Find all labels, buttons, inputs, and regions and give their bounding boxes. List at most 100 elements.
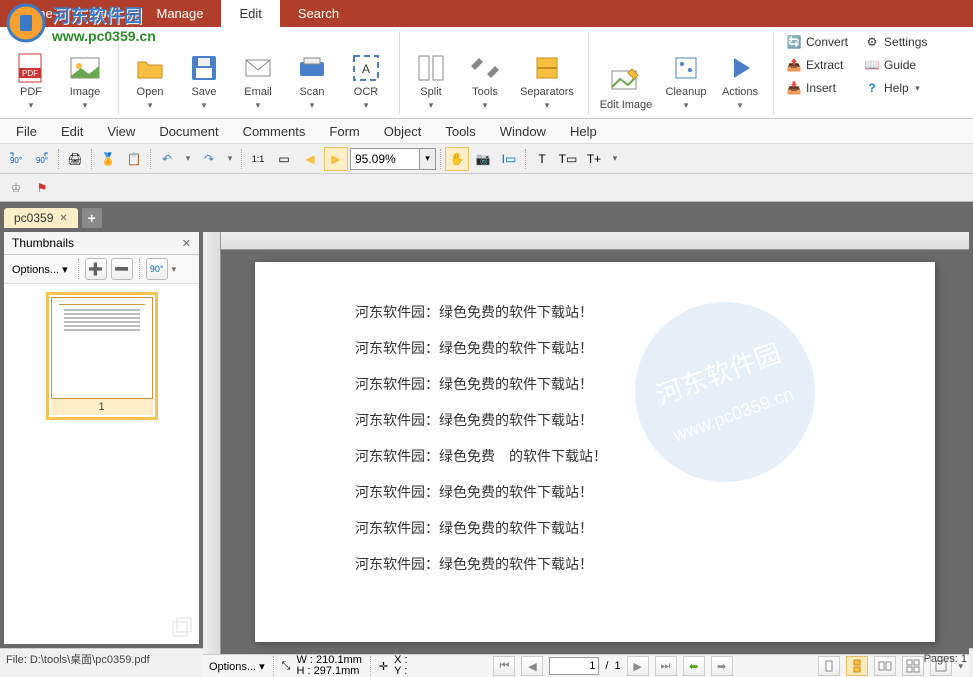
text-tool-icon: T xyxy=(538,152,545,166)
menu-comments[interactable]: Comments xyxy=(233,121,316,142)
tab-inbox[interactable]: Inbox xyxy=(71,0,139,27)
tab-home[interactable]: Home xyxy=(0,0,71,27)
caret-icon: ▾ xyxy=(256,100,261,111)
document-bottom-toolbar: Options... ▾ ⤡ W : 210.1mm H : 297.1mm ✛… xyxy=(203,654,969,677)
thumbnails-options-dropdown[interactable]: Options... ▾ xyxy=(8,261,72,278)
redo-button[interactable]: ↷ xyxy=(197,147,221,171)
hand-tool-button[interactable]: ✋ xyxy=(445,147,469,171)
copy-button[interactable]: 📋 xyxy=(122,147,146,171)
hand-icon: ✋ xyxy=(450,152,465,166)
legacy-toolbar-2: ♔ ⚑ xyxy=(0,174,973,202)
fit-actual-button[interactable]: 1:1 xyxy=(246,147,270,171)
menu-window[interactable]: Window xyxy=(490,121,556,142)
menu-form[interactable]: Form xyxy=(319,121,369,142)
ribbon-save-button[interactable]: Save ▾ xyxy=(179,31,229,115)
last-page-button[interactable]: ⏭ xyxy=(655,656,677,676)
certificate-button[interactable]: 🏅 xyxy=(96,147,120,171)
crown-tool-button[interactable]: ♔ xyxy=(4,176,28,200)
ribbon-scan-button[interactable]: Scan ▾ xyxy=(287,31,337,115)
document-tab[interactable]: pc0359 ✕ xyxy=(4,208,78,228)
extract-icon: 📤 xyxy=(786,57,802,73)
text-select-button[interactable]: I▭ xyxy=(497,147,521,171)
tab-edit[interactable]: Edit xyxy=(221,0,279,27)
page-total: 1 xyxy=(614,660,620,672)
menu-edit[interactable]: Edit xyxy=(51,121,93,142)
menu-file[interactable]: File xyxy=(6,121,47,142)
tab-search[interactable]: Search xyxy=(280,0,357,27)
ribbon-guide-button[interactable]: 📖Guide xyxy=(858,54,933,76)
tab-manage[interactable]: Manage xyxy=(139,0,222,27)
rotate-icon: 90° xyxy=(150,264,164,274)
zoom-input[interactable] xyxy=(350,148,420,170)
zoom-dropdown[interactable]: ▾ xyxy=(420,148,436,170)
menu-tools[interactable]: Tools xyxy=(435,121,485,142)
snapshot-button[interactable]: 📷 xyxy=(471,147,495,171)
ribbon-ocr-button[interactable]: A OCR ▾ xyxy=(341,31,391,115)
zoom-in-thumb-button[interactable]: ➕ xyxy=(85,258,107,280)
flag-tool-button[interactable]: ⚑ xyxy=(30,176,54,200)
text-box-button[interactable]: T▭ xyxy=(556,147,580,171)
ribbon-extract-button[interactable]: 📤Extract xyxy=(780,54,854,76)
page-number-input[interactable] xyxy=(549,657,599,675)
rotate-thumb-button[interactable]: 90° xyxy=(146,258,168,280)
undo-button[interactable]: ↶ xyxy=(155,147,179,171)
ribbon-help-button[interactable]: ?Help ▾ xyxy=(858,77,933,99)
next-page-tb-button[interactable]: ▶ xyxy=(324,147,348,171)
rotate-cw-button[interactable]: 90° xyxy=(4,147,28,171)
ribbon-pdf-button[interactable]: PDF PDF ▾ xyxy=(6,31,56,115)
rotate-ccw-button[interactable]: 90° xyxy=(30,147,54,171)
document-canvas[interactable]: 河东软件园www.pc0359.cn 河东软件园：绿色免费的软件下载站！河东软件… xyxy=(221,250,969,654)
thumbnail-item[interactable]: 1 xyxy=(46,292,158,420)
text-tool-button[interactable]: T xyxy=(530,147,554,171)
single-page-view-button[interactable] xyxy=(818,656,840,676)
save-icon xyxy=(188,52,220,84)
ribbon-separators-button[interactable]: Separators ▾ xyxy=(514,31,580,115)
ribbon-image-button[interactable]: Image ▾ xyxy=(60,31,110,115)
print-button[interactable]: 🖨 xyxy=(63,147,87,171)
top-tabs: Home Inbox Manage Edit Search xyxy=(0,0,973,27)
certificate-icon: 🏅 xyxy=(101,152,116,166)
fit-page-button[interactable]: ▭ xyxy=(272,147,296,171)
ribbon-actions-button[interactable]: Actions ▾ xyxy=(715,31,765,115)
next-page-button[interactable]: ▶ xyxy=(627,656,649,676)
prev-page-button[interactable]: ◀ xyxy=(521,656,543,676)
ribbon-edit-image-button[interactable]: Edit Image xyxy=(595,31,657,115)
add-text-dropdown[interactable]: ▾ xyxy=(608,147,622,171)
ribbon-cleanup-button[interactable]: Cleanup ▾ xyxy=(661,31,711,115)
thumbnails-close-button[interactable]: ✕ xyxy=(182,237,191,250)
menu-view[interactable]: View xyxy=(97,121,145,142)
position-icon: ✛ xyxy=(379,660,388,673)
close-tab-button[interactable]: ✕ xyxy=(59,213,67,224)
ribbon-split-button[interactable]: Split ▾ xyxy=(406,31,456,115)
prev-page-tb-button[interactable]: ◀ xyxy=(298,147,322,171)
redo-dropdown[interactable]: ▾ xyxy=(223,147,237,171)
grid-view-button[interactable] xyxy=(902,656,924,676)
rotate-thumb-dropdown[interactable]: ▾ xyxy=(172,264,177,275)
document-text-line: 河东软件园：绿色免费的软件下载站！ xyxy=(355,482,915,502)
ribbon-convert-button[interactable]: 🔄Convert xyxy=(780,31,854,53)
ribbon-open-button[interactable]: Open ▾ xyxy=(125,31,175,115)
add-tab-button[interactable]: + xyxy=(82,208,102,228)
undo-icon: ↶ xyxy=(162,152,172,166)
menu-object[interactable]: Object xyxy=(374,121,432,142)
ocr-icon: A xyxy=(350,52,382,84)
fit-actual-icon: 1:1 xyxy=(252,154,265,164)
menu-help[interactable]: Help xyxy=(560,121,607,142)
continuous-view-button[interactable] xyxy=(846,656,868,676)
zoom-out-thumb-button[interactable]: ➖ xyxy=(111,258,133,280)
menu-document[interactable]: Document xyxy=(149,121,228,142)
ribbon-email-button[interactable]: Email ▾ xyxy=(233,31,283,115)
height-value: 297.1mm xyxy=(314,665,360,677)
add-text-button[interactable]: T+ xyxy=(582,147,606,171)
ribbon-insert-button[interactable]: 📥Insert xyxy=(780,77,854,99)
nav-forward-button[interactable]: ➡ xyxy=(711,656,733,676)
undo-dropdown[interactable]: ▾ xyxy=(181,147,195,171)
caret-icon: ▾ xyxy=(483,100,488,111)
first-page-button[interactable]: ⏮ xyxy=(493,656,515,676)
nav-back-button[interactable]: ⬅ xyxy=(683,656,705,676)
two-page-view-button[interactable] xyxy=(874,656,896,676)
crown-icon: ♔ xyxy=(11,181,22,195)
ribbon-tools-button[interactable]: Tools ▾ xyxy=(460,31,510,115)
ribbon-settings-button[interactable]: ⚙Settings xyxy=(858,31,933,53)
doc-options-dropdown[interactable]: Options... ▾ xyxy=(209,660,265,673)
